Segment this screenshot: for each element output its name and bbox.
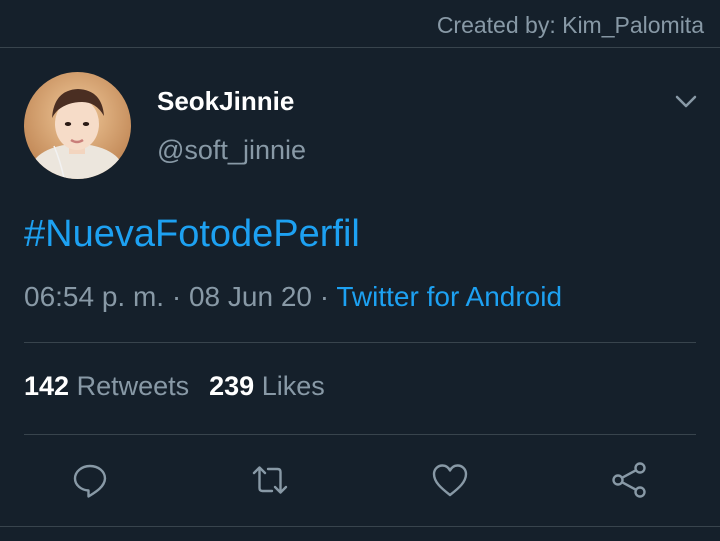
heart-icon [432, 464, 468, 497]
chevron-down-icon[interactable] [674, 92, 698, 112]
likes-label: Likes [261, 371, 325, 401]
meta-separator: · [164, 281, 189, 312]
retweets-label: Retweets [76, 371, 190, 401]
avatar-image [24, 72, 131, 179]
share-button[interactable] [610, 460, 650, 500]
retweet-button[interactable] [250, 460, 290, 500]
credit-text: Created by: Kim_Palomita [436, 12, 704, 38]
share-nodes-icon [612, 462, 646, 498]
likes-count: 239 [209, 371, 255, 401]
divider [24, 342, 696, 343]
reply-button[interactable] [70, 460, 110, 500]
likes-stat[interactable]: 239 Likes [209, 371, 325, 401]
retweet-arrows-icon [252, 466, 288, 494]
tweet-hashtag[interactable]: #NuevaFotodePerfil [24, 213, 360, 256]
like-button[interactable] [430, 460, 470, 500]
tweet-date: 08 Jun 20 [188, 281, 312, 312]
user-handle[interactable]: @soft_jinnie [157, 135, 306, 166]
retweets-stat[interactable]: 142 Retweets [24, 371, 189, 401]
credit-bar: Created by: Kim_Palomita [0, 0, 720, 48]
tweet-stats: 142 Retweets 239 Likes [24, 371, 325, 402]
action-bar [0, 456, 720, 506]
retweets-count: 142 [24, 371, 70, 401]
divider [24, 434, 696, 435]
divider [0, 526, 720, 527]
speech-bubble-icon [73, 464, 107, 498]
meta-separator: · [311, 281, 337, 312]
avatar[interactable] [24, 72, 131, 179]
display-name[interactable]: SeokJinnie [157, 86, 294, 117]
tweet-time: 06:54 p. m. [24, 281, 165, 312]
tweet-meta: 06:54 p. m. · 08 Jun 20 · Twitter for An… [24, 281, 562, 313]
tweet-source-link[interactable]: Twitter for Android [336, 281, 562, 312]
